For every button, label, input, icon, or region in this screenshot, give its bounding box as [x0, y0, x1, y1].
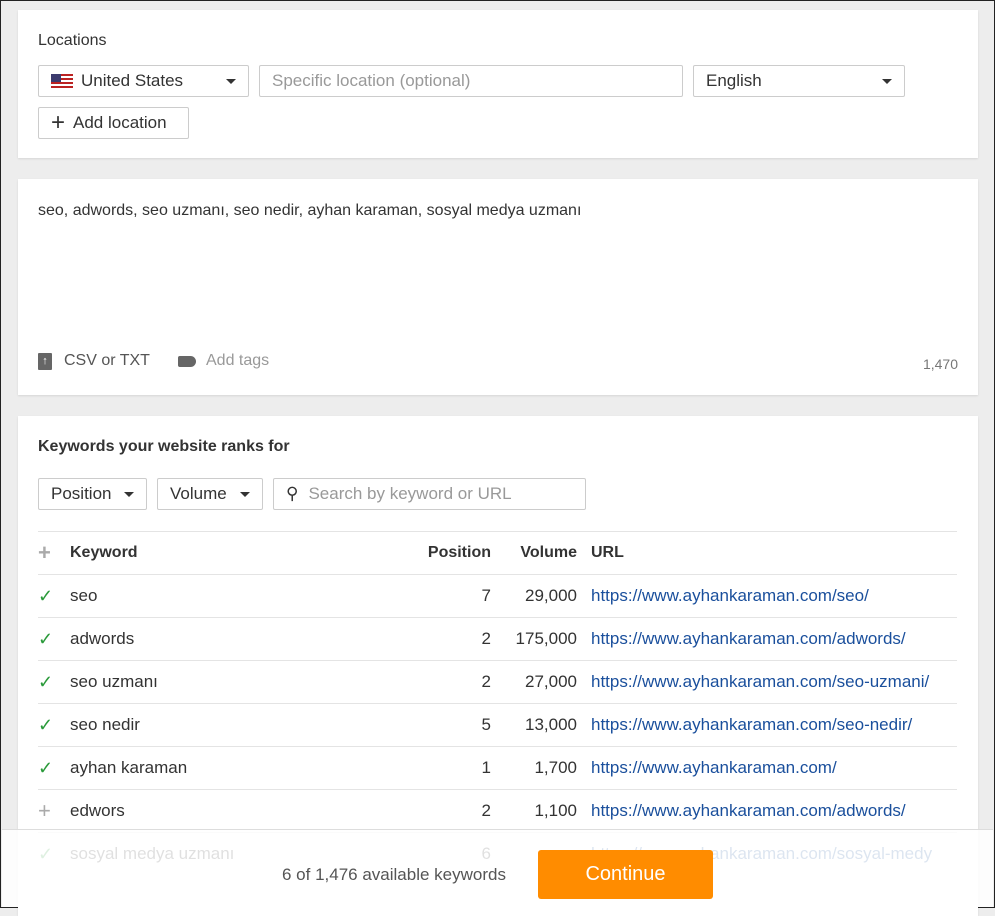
checkmark-icon[interactable]: ✓ [38, 574, 70, 618]
csv-upload-button[interactable]: ↑ CSV or TXT [38, 352, 150, 370]
keywords-textarea[interactable]: seo, adwords, seo uzmanı, seo nedir, ayh… [38, 202, 581, 220]
position-cell: 2 [400, 789, 505, 833]
caret-down-icon [226, 79, 236, 84]
volume-cell: 27,000 [505, 660, 591, 704]
keywords-input-card: seo, adwords, seo uzmanı, seo nedir, ayh… [18, 179, 978, 395]
volume-cell: 1,100 [505, 789, 591, 833]
volume-filter[interactable]: Volume [157, 478, 263, 510]
plus-icon: + [51, 109, 66, 136]
volume-cell: 175,000 [505, 617, 591, 661]
table-row: ✓ ayhan karaman 1 1,700 https://www.ayha… [38, 746, 957, 790]
table-row: ✓ seo uzmanı 2 27,000 https://www.ayhank… [38, 660, 957, 704]
keywords-table: + Keyword Position Volume URL ✓ seo 7 29… [38, 531, 957, 876]
position-cell: 2 [400, 660, 505, 704]
keyword-cell: ayhan karaman [70, 746, 400, 790]
volume-cell: 13,000 [505, 703, 591, 747]
volume-cell: 29,000 [505, 574, 591, 618]
table-row: ✓ seo 7 29,000 https://www.ayhankaraman.… [38, 574, 957, 618]
language-select[interactable]: English [693, 65, 905, 97]
plus-icon[interactable]: + [38, 789, 70, 833]
character-count: 1,470 [922, 356, 958, 372]
url-link[interactable]: https://www.ayhankaraman.com/seo/ [591, 574, 957, 618]
checkmark-icon[interactable]: ✓ [38, 617, 70, 661]
country-select[interactable]: United States [38, 65, 249, 97]
keyword-cell: seo [70, 574, 400, 618]
position-cell: 1 [400, 746, 505, 790]
caret-down-icon [882, 79, 892, 84]
col-keyword[interactable]: Keyword [70, 531, 400, 575]
col-url[interactable]: URL [591, 531, 957, 575]
checkmark-icon[interactable]: ✓ [38, 703, 70, 747]
search-icon: ⚲ [286, 484, 299, 503]
caret-down-icon [240, 492, 250, 497]
add-location-button[interactable]: + Add location [38, 107, 189, 139]
ranks-title: Keywords your website ranks for [38, 438, 290, 455]
table-row: ✓ adwords 2 175,000 https://www.ayhankar… [38, 617, 957, 661]
keyword-cell: adwords [70, 617, 400, 661]
keyword-cell: seo nedir [70, 703, 400, 747]
checkmark-icon[interactable]: ✓ [38, 660, 70, 704]
us-flag-icon [51, 73, 73, 89]
locations-label: Locations [38, 32, 107, 49]
url-link[interactable]: https://www.ayhankaraman.com/ [591, 746, 957, 790]
tag-icon [178, 355, 196, 367]
table-header: + Keyword Position Volume URL [38, 531, 957, 575]
keyword-cell: edwors [70, 789, 400, 833]
col-position[interactable]: Position [400, 531, 505, 575]
locations-card: Locations United States Specific locatio… [18, 10, 978, 158]
url-link[interactable]: https://www.ayhankaraman.com/seo-nedir/ [591, 703, 957, 747]
language-value: English [706, 71, 762, 90]
keyword-cell: seo uzmanı [70, 660, 400, 704]
position-filter-label: Position [51, 484, 112, 503]
volume-cell: 1,700 [505, 746, 591, 790]
caret-down-icon [124, 492, 134, 497]
file-upload-icon: ↑ [38, 352, 52, 370]
position-filter[interactable]: Position [38, 478, 147, 510]
csv-label: CSV or TXT [64, 352, 150, 369]
add-tags-button[interactable]: Add tags [178, 352, 269, 370]
position-cell: 2 [400, 617, 505, 661]
add-all-icon[interactable]: + [38, 531, 70, 575]
position-cell: 7 [400, 574, 505, 618]
position-cell: 5 [400, 703, 505, 747]
table-row: ✓ seo nedir 5 13,000 https://www.ayhanka… [38, 703, 957, 747]
search-placeholder: Search by keyword or URL [308, 484, 512, 503]
add-tags-label: Add tags [206, 352, 270, 369]
footer-bar: 6 of 1,476 available keywords Continue [2, 829, 993, 907]
url-link[interactable]: https://www.ayhankaraman.com/adwords/ [591, 617, 957, 661]
add-location-label: Add location [73, 113, 167, 132]
checkmark-icon[interactable]: ✓ [38, 746, 70, 790]
keyword-search-input[interactable]: ⚲ Search by keyword or URL [273, 478, 586, 510]
specific-location-input[interactable]: Specific location (optional) [259, 65, 683, 97]
country-value: United States [81, 71, 184, 90]
volume-filter-label: Volume [170, 484, 227, 503]
url-link[interactable]: https://www.ayhankaraman.com/seo-uzmani/ [591, 660, 957, 704]
table-row: + edwors 2 1,100 https://www.ayhankarama… [38, 789, 957, 833]
continue-button[interactable]: Continue [538, 850, 713, 899]
available-count: 6 of 1,476 available keywords [282, 865, 506, 884]
col-volume[interactable]: Volume [505, 531, 591, 575]
url-link[interactable]: https://www.ayhankaraman.com/adwords/ [591, 789, 957, 833]
